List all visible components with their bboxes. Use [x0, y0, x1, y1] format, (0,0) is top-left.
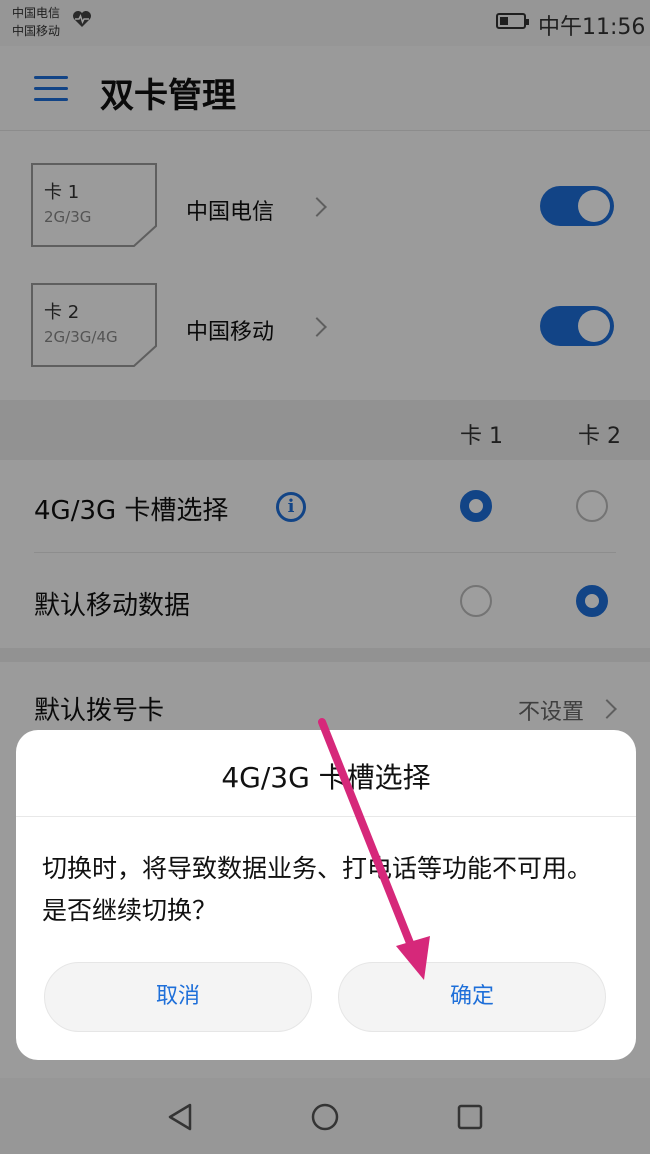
cancel-button[interactable]: 取消 — [44, 962, 312, 1032]
dialog-divider — [16, 816, 636, 817]
dialog-title: 4G/3G 卡槽选择 — [221, 761, 431, 794]
confirm-button[interactable]: 确定 — [338, 962, 606, 1032]
confirm-dialog: 4G/3G 卡槽选择 切换时，将导致数据业务、打电话等功能不可用。是否继续切换？… — [16, 730, 636, 1060]
dialog-message: 切换时，将导致数据业务、打电话等功能不可用。是否继续切换？ — [42, 854, 593, 925]
